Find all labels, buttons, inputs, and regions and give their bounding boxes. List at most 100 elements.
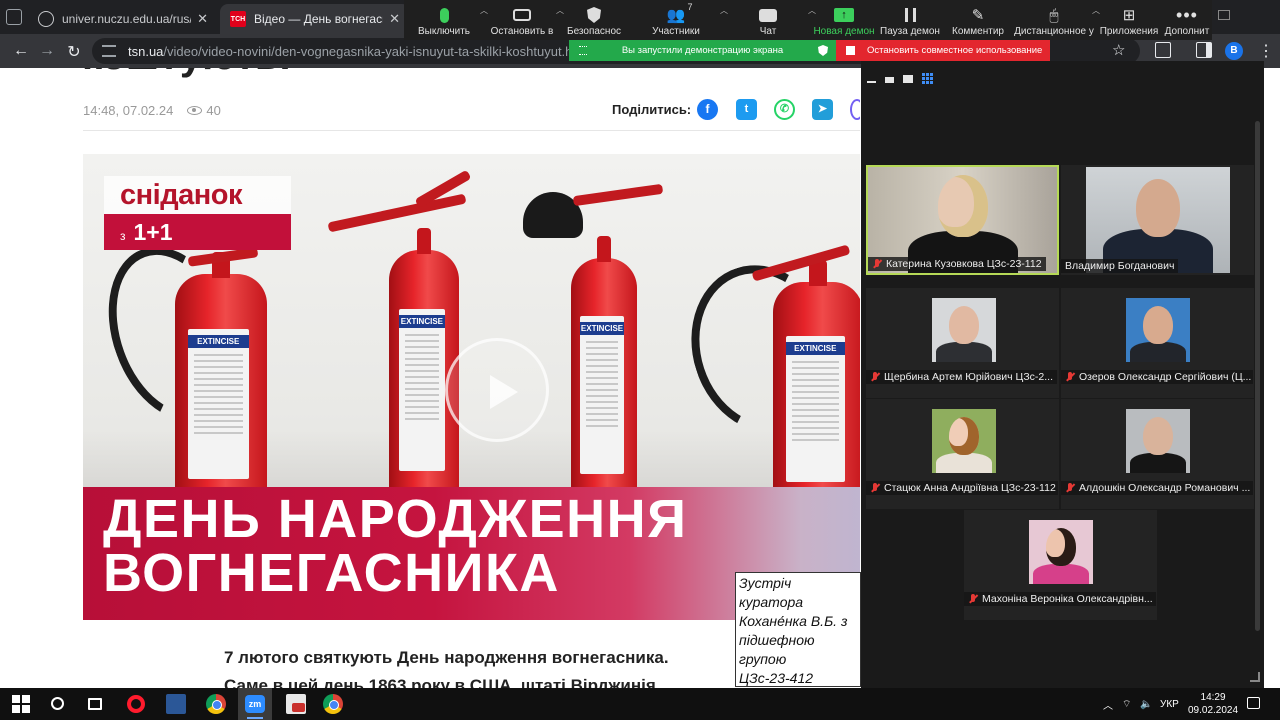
forward-arrow-icon[interactable]: →	[38, 42, 56, 60]
muted-mic-icon	[1065, 371, 1075, 383]
pencil-icon: ✎	[971, 7, 985, 24]
extinguisher-3: EXTINCISE	[571, 236, 637, 522]
browser-tab-tsn[interactable]: ТСН Відео — День вогнегасника: які ✕	[220, 4, 410, 34]
speaker-view-icon[interactable]	[885, 76, 894, 83]
participant-tile[interactable]: Озеров Олександр Сергійович (Ц...	[1061, 288, 1254, 398]
hero-title-line2: ВОГНЕГАСНИКА	[103, 543, 560, 603]
app-icon[interactable]	[286, 694, 306, 714]
meeting-note: Зустріч куратора Кохане́нка В.Б. з підше…	[735, 572, 861, 687]
logo-title: сніданок	[104, 176, 291, 214]
drag-handle-icon[interactable]	[579, 46, 587, 55]
view-switcher	[867, 73, 933, 84]
participant-tile[interactable]: Алдошкін Олександр Романович ...	[1061, 399, 1254, 509]
participant-tile[interactable]: Стацюк Анна Андріївна ЦЗс-23-112	[866, 399, 1059, 509]
logo-prefix: з	[120, 229, 126, 243]
article-title: коштують.	[82, 68, 291, 79]
opera-icon[interactable]	[127, 695, 145, 713]
pause-share-button[interactable]: Пауза демон	[876, 0, 944, 40]
participant-tile[interactable]: Катерина Кузовкова ЦЗс-23-112	[866, 165, 1059, 275]
notifications-icon[interactable]	[1247, 697, 1260, 709]
participant-tile[interactable]: Махоніна Вероніка Олександрівн...	[964, 510, 1157, 620]
network-icon[interactable]: ⌔	[1122, 688, 1131, 720]
stop-video-button[interactable]: Остановить в ︿	[484, 0, 564, 40]
participant-name: Махоніна Вероніка Олександрівн...	[964, 592, 1156, 606]
extinguisher-brand: EXTINCISE	[785, 341, 845, 355]
tab-title: univer.nuczu.edu.ua/rus/	[62, 12, 192, 26]
zoom-app-icon[interactable]: zm	[238, 688, 272, 720]
word-icon[interactable]	[166, 694, 186, 714]
close-tab-icon[interactable]: ✕	[389, 11, 400, 27]
new-share-button[interactable]: ↑ Новая демон	[812, 0, 876, 40]
participant-name: Озеров Олександр Сергійович (Ц...	[1061, 370, 1253, 384]
participant-photo	[932, 409, 996, 473]
windows-start-icon[interactable]	[12, 695, 30, 713]
profile-avatar[interactable]: B	[1225, 42, 1243, 60]
clock-time: 14:29	[1200, 692, 1226, 703]
article-body: 7 лютого святкують День народження вогне…	[224, 644, 669, 688]
participant-photo	[1029, 520, 1093, 584]
participant-tile[interactable]: Владимир Богданович	[1061, 165, 1254, 275]
play-button[interactable]	[445, 338, 549, 442]
stop-square-icon	[846, 46, 855, 55]
reload-icon[interactable]: ↻	[65, 42, 83, 62]
stop-share-button[interactable]: Остановить совместное использование	[836, 40, 1050, 61]
chat-button[interactable]: Чат ︿	[724, 0, 816, 40]
side-panel-icon[interactable]	[1196, 42, 1212, 58]
more-button[interactable]: ••• Дополнит	[1162, 0, 1212, 40]
divider	[83, 130, 860, 131]
system-clock[interactable]: 14:29 09.02.2024	[1188, 691, 1238, 717]
security-button[interactable]: Безопаснос	[560, 0, 628, 40]
camera-icon	[513, 9, 531, 21]
search-icon[interactable]	[51, 697, 64, 710]
task-view-icon[interactable]	[88, 698, 102, 710]
thumbnail-view-icon[interactable]	[903, 74, 913, 83]
participant-tile[interactable]: Щербина Артем Юрійович ЦЗс-2...	[866, 288, 1059, 398]
apps-button[interactable]: ⊞ Приложения	[1096, 0, 1162, 40]
gallery-view-icon[interactable]	[922, 73, 933, 84]
more-dots-icon: •••	[1176, 4, 1198, 25]
note-line: групою	[739, 651, 787, 667]
extensions-icon[interactable]	[1155, 42, 1171, 58]
whatsapp-icon[interactable]: ✆	[774, 99, 795, 120]
back-arrow-icon[interactable]: ←	[12, 42, 30, 60]
input-language[interactable]: УКР	[1160, 688, 1179, 720]
tab-actions-icon[interactable]	[6, 9, 22, 25]
remote-control-button[interactable]: 🖱 Дистанционное у ︿	[1012, 0, 1100, 40]
minimize-view-icon[interactable]	[867, 80, 876, 83]
note-line: Кохане́нка В.Б. з	[739, 613, 848, 629]
muted-mic-icon	[870, 371, 880, 383]
video-player[interactable]: EXTINCISE EXTINCISE EXTINCISE EXTINCISE …	[83, 154, 860, 620]
stop-share-label: Остановить совместное использование	[867, 45, 1043, 56]
browser-tab-univer[interactable]: univer.nuczu.edu.ua/rus/ ✕	[28, 4, 218, 34]
viber-icon[interactable]	[850, 99, 860, 120]
participant-video	[1086, 167, 1230, 273]
mute-button[interactable]: Выключить ︿	[404, 0, 488, 40]
share-label: Поділитись:	[612, 102, 692, 117]
telegram-icon[interactable]: ➤	[812, 99, 833, 120]
panel-scrollbar[interactable]	[1255, 121, 1260, 631]
participant-name: Алдошкін Олександр Романович ...	[1061, 481, 1253, 495]
remote-label: Дистанционное у	[1014, 26, 1094, 37]
sharing-text: Вы запустили демонстрацию экрана	[621, 45, 784, 56]
muted-mic-icon	[968, 593, 978, 605]
pause-share-label: Пауза демон	[880, 26, 940, 37]
participants-button[interactable]: 👥 7 Участники ︿	[628, 0, 728, 40]
window-restore-icon[interactable]	[1218, 10, 1230, 20]
note-line: підшефною	[739, 632, 815, 648]
facebook-icon[interactable]: f	[697, 99, 718, 120]
chrome-icon[interactable]	[206, 694, 226, 714]
close-tab-icon[interactable]: ✕	[197, 11, 208, 27]
muted-mic-icon	[872, 258, 882, 270]
site-info-icon[interactable]	[102, 45, 116, 57]
volume-icon[interactable]: 🔈	[1140, 688, 1152, 720]
twitter-icon[interactable]: t	[736, 99, 757, 120]
resize-handle-icon[interactable]	[1250, 672, 1260, 682]
browser-menu-icon[interactable]: ⋮	[1258, 41, 1274, 61]
annotate-button[interactable]: ✎ Комментир	[944, 0, 1012, 40]
chrome-profile-icon[interactable]	[323, 694, 343, 714]
video-label: Остановить в	[490, 26, 554, 37]
bookmark-star-icon[interactable]: ☆	[1112, 41, 1125, 59]
chevron-up-icon[interactable]: ︿	[1103, 688, 1113, 720]
sharing-banner[interactable]: Вы запустили демонстрацию экрана	[569, 40, 836, 61]
windows-taskbar: zm ︿ ⌔ 🔈 УКР 14:29 09.02.2024	[0, 688, 1280, 720]
